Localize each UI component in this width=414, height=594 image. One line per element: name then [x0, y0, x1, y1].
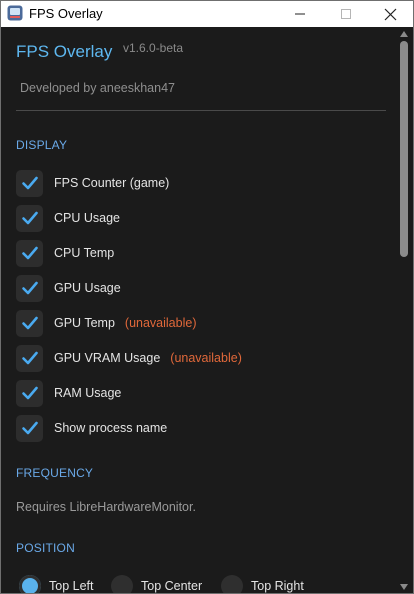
app-window: FPS Overlay FPS Overlay v1.6.0-beta Deve… [0, 0, 414, 594]
window-title: FPS Overlay [29, 6, 103, 21]
gpu-temp-label: GPU Temp [54, 316, 115, 330]
title-bar[interactable]: FPS Overlay [1, 1, 413, 27]
header-divider [16, 110, 386, 111]
developer-credit: Developed by aneeskhan47 [20, 81, 175, 95]
version-label: v1.6.0-beta [123, 41, 184, 55]
gpu-vram-unavailable-note: (unavailable) [170, 351, 242, 365]
checkmark-icon [21, 246, 38, 260]
checkmark-icon [21, 386, 38, 400]
top-center-radio[interactable] [111, 575, 133, 593]
checkmark-icon [21, 176, 38, 190]
gpu-vram-usage-checkbox[interactable] [16, 344, 43, 372]
frequency-requirement-note: Requires LibreHardwareMonitor. [16, 500, 196, 514]
option-cpu-usage[interactable]: CPU Usage [16, 204, 376, 232]
scroll-up-arrow-icon[interactable] [400, 31, 408, 37]
minimize-button[interactable] [277, 1, 323, 27]
option-show-process-name[interactable]: Show process name [16, 414, 376, 442]
gpu-usage-label: GPU Usage [54, 281, 121, 295]
top-right-label: Top Right [251, 579, 304, 593]
checkmark-icon [21, 316, 38, 330]
show-process-name-checkbox[interactable] [16, 414, 43, 442]
top-right-radio[interactable] [221, 575, 243, 593]
frequency-section-heading: FREQUENCY [16, 466, 94, 480]
top-left-label: Top Left [49, 579, 94, 593]
gpu-temp-checkbox[interactable] [16, 309, 43, 337]
app-icon [7, 5, 23, 21]
vertical-scrollbar[interactable] [398, 28, 410, 593]
checkmark-icon [21, 421, 38, 435]
cpu-usage-checkbox[interactable] [16, 204, 43, 232]
option-gpu-temp[interactable]: GPU Temp (unavailable) [16, 309, 376, 337]
scroll-down-arrow-icon[interactable] [400, 584, 408, 590]
settings-panel: FPS Overlay v1.6.0-beta Developed by ane… [1, 28, 413, 593]
minimize-icon [295, 13, 305, 15]
checkmark-icon [21, 351, 38, 365]
show-process-name-label: Show process name [54, 421, 168, 435]
cpu-temp-checkbox[interactable] [16, 239, 43, 267]
maximize-button[interactable] [323, 1, 369, 27]
maximize-icon [341, 9, 351, 19]
position-option-top-center[interactable]: Top Center [111, 573, 203, 593]
cpu-temp-label: CPU Temp [54, 246, 115, 260]
option-fps-counter[interactable]: FPS Counter (game) [16, 169, 376, 197]
gpu-temp-unavailable-note: (unavailable) [124, 316, 197, 330]
option-cpu-temp[interactable]: CPU Temp [16, 239, 376, 267]
top-left-radio[interactable] [19, 575, 41, 593]
display-section-heading: DISPLAY [16, 138, 68, 152]
close-icon [384, 8, 396, 20]
ram-usage-label: RAM Usage [54, 386, 122, 400]
position-option-top-left[interactable]: Top Left [19, 573, 94, 593]
app-title: FPS Overlay [16, 42, 113, 61]
close-button[interactable] [367, 1, 413, 27]
checkmark-icon [21, 281, 38, 295]
option-gpu-usage[interactable]: GPU Usage [16, 274, 376, 302]
top-center-label: Top Center [141, 579, 203, 593]
fps-counter-checkbox[interactable] [16, 169, 43, 197]
fps-counter-label: FPS Counter (game) [54, 176, 170, 190]
scrollbar-thumb[interactable] [400, 41, 408, 257]
position-option-top-right[interactable]: Top Right [221, 573, 304, 593]
ram-usage-checkbox[interactable] [16, 379, 43, 407]
position-section-heading: POSITION [16, 541, 75, 555]
gpu-usage-checkbox[interactable] [16, 274, 43, 302]
option-gpu-vram-usage[interactable]: GPU VRAM Usage (unavailable) [16, 344, 376, 372]
gpu-vram-usage-label: GPU VRAM Usage [54, 351, 161, 365]
cpu-usage-label: CPU Usage [54, 211, 120, 225]
option-ram-usage[interactable]: RAM Usage [16, 379, 376, 407]
checkmark-icon [21, 211, 38, 225]
